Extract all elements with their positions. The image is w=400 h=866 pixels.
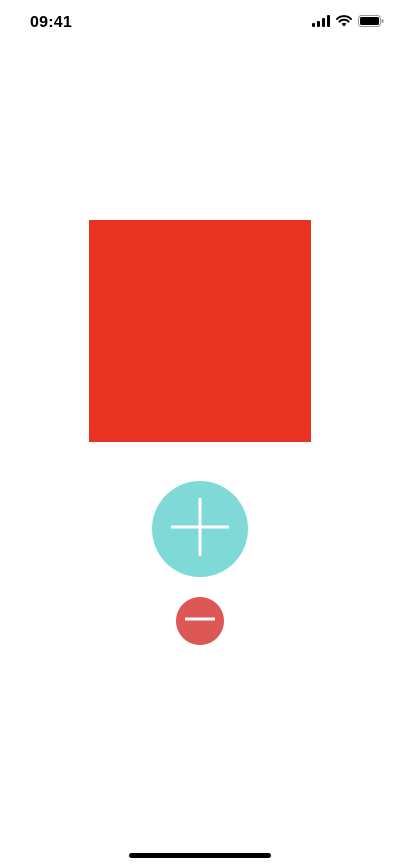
cellular-signal-icon xyxy=(312,15,330,27)
plus-icon xyxy=(169,496,231,563)
status-time: 09:41 xyxy=(30,14,72,31)
plus-button[interactable] xyxy=(152,481,248,577)
status-bar: 09:41 xyxy=(0,0,400,46)
wifi-icon xyxy=(336,15,352,27)
home-indicator xyxy=(129,853,271,858)
minus-icon xyxy=(184,603,216,640)
red-square xyxy=(89,220,311,442)
status-icons xyxy=(312,15,384,27)
battery-icon xyxy=(358,15,384,27)
minus-button[interactable] xyxy=(176,597,224,645)
